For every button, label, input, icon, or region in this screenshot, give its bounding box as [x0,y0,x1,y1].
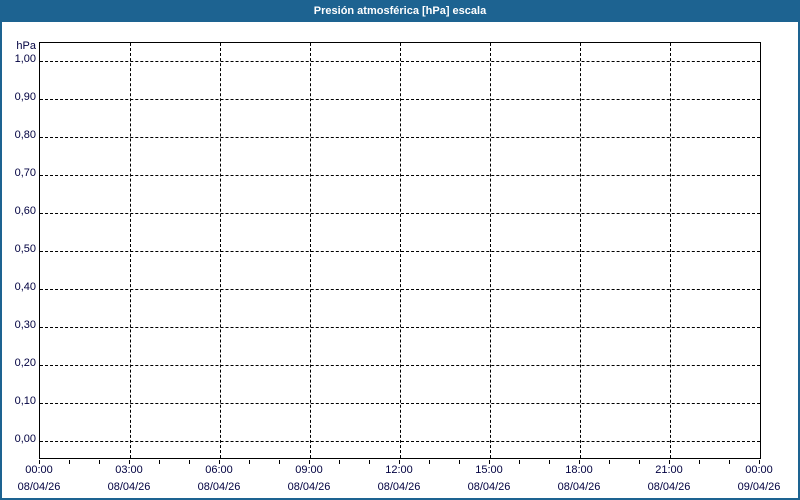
x-axis-minor-tick [159,460,160,464]
x-tick-date-label: 08/04/26 [108,481,151,495]
x-axis-minor-tick [399,460,400,464]
x-axis-minor-tick [549,460,550,464]
y-tick-label: 0,90 [0,91,36,105]
y-tick-label: 0,20 [0,357,36,371]
x-axis-minor-tick [39,460,40,464]
y-tick-label: 0,50 [0,243,36,257]
x-axis-minor-tick [639,460,640,464]
x-axis-minor-tick [729,460,730,464]
x-axis-minor-tick [249,460,250,464]
x-axis-minor-tick [99,460,100,464]
chart-title-bar: Presión atmosférica [hPa] escala [0,0,800,22]
x-tick-date-label: 08/04/26 [18,481,61,495]
v-gridline [400,43,401,458]
y-tick-label: 0,30 [0,319,36,333]
y-tick-label: 0,60 [0,205,36,219]
x-axis-minor-tick [129,460,130,464]
x-axis-minor-tick [519,460,520,464]
y-tick-label: 0,40 [0,281,36,295]
x-axis-minor-tick [699,460,700,464]
x-axis-minor-tick [219,460,220,464]
x-tick-time-label: 00:00 [745,464,773,478]
x-axis-minor-tick [489,460,490,464]
plot-area [39,42,761,459]
x-tick-time-label: 00:00 [25,464,53,478]
x-tick-time-label: 06:00 [205,464,233,478]
x-tick-time-label: 18:00 [565,464,593,478]
x-axis-minor-tick [759,460,760,464]
y-axis-unit-label: hPa [0,40,36,53]
x-tick-time-label: 12:00 [385,464,413,478]
y-tick-label: 0,10 [0,395,36,409]
v-gridline [670,43,671,458]
y-tick-label: 1,00 [0,53,36,67]
x-axis-minor-tick [609,460,610,464]
x-tick-time-label: 03:00 [115,464,143,478]
x-axis-minor-tick [669,460,670,464]
v-gridline [220,43,221,458]
y-tick-label: 0,80 [0,129,36,143]
x-axis-minor-tick [189,460,190,464]
x-tick-time-label: 09:00 [295,464,323,478]
y-tick-label: 0,00 [0,433,36,447]
x-axis-minor-tick [69,460,70,464]
x-axis-minor-tick [339,460,340,464]
x-tick-date-label: 08/04/26 [288,481,331,495]
x-tick-date-label: 08/04/26 [558,481,601,495]
x-tick-time-label: 15:00 [475,464,503,478]
x-tick-date-label: 08/04/26 [198,481,241,495]
v-gridline [580,43,581,458]
chart-title: Presión atmosférica [hPa] escala [314,5,486,17]
chart-window: Presión atmosférica [hPa] escala hPa 1,0… [0,0,800,500]
x-tick-date-label: 09/04/26 [738,481,781,495]
y-tick-label: 0,70 [0,167,36,181]
x-tick-date-label: 08/04/26 [648,481,691,495]
v-gridline [130,43,131,458]
x-axis-minor-tick [459,460,460,464]
v-gridline [490,43,491,458]
x-axis-minor-tick [279,460,280,464]
x-axis-minor-tick [429,460,430,464]
x-tick-time-label: 21:00 [655,464,683,478]
x-tick-date-label: 08/04/26 [378,481,421,495]
v-gridline [310,43,311,458]
x-axis-minor-tick [309,460,310,464]
x-axis-minor-tick [579,460,580,464]
x-tick-date-label: 08/04/26 [468,481,511,495]
x-axis-minor-tick [369,460,370,464]
